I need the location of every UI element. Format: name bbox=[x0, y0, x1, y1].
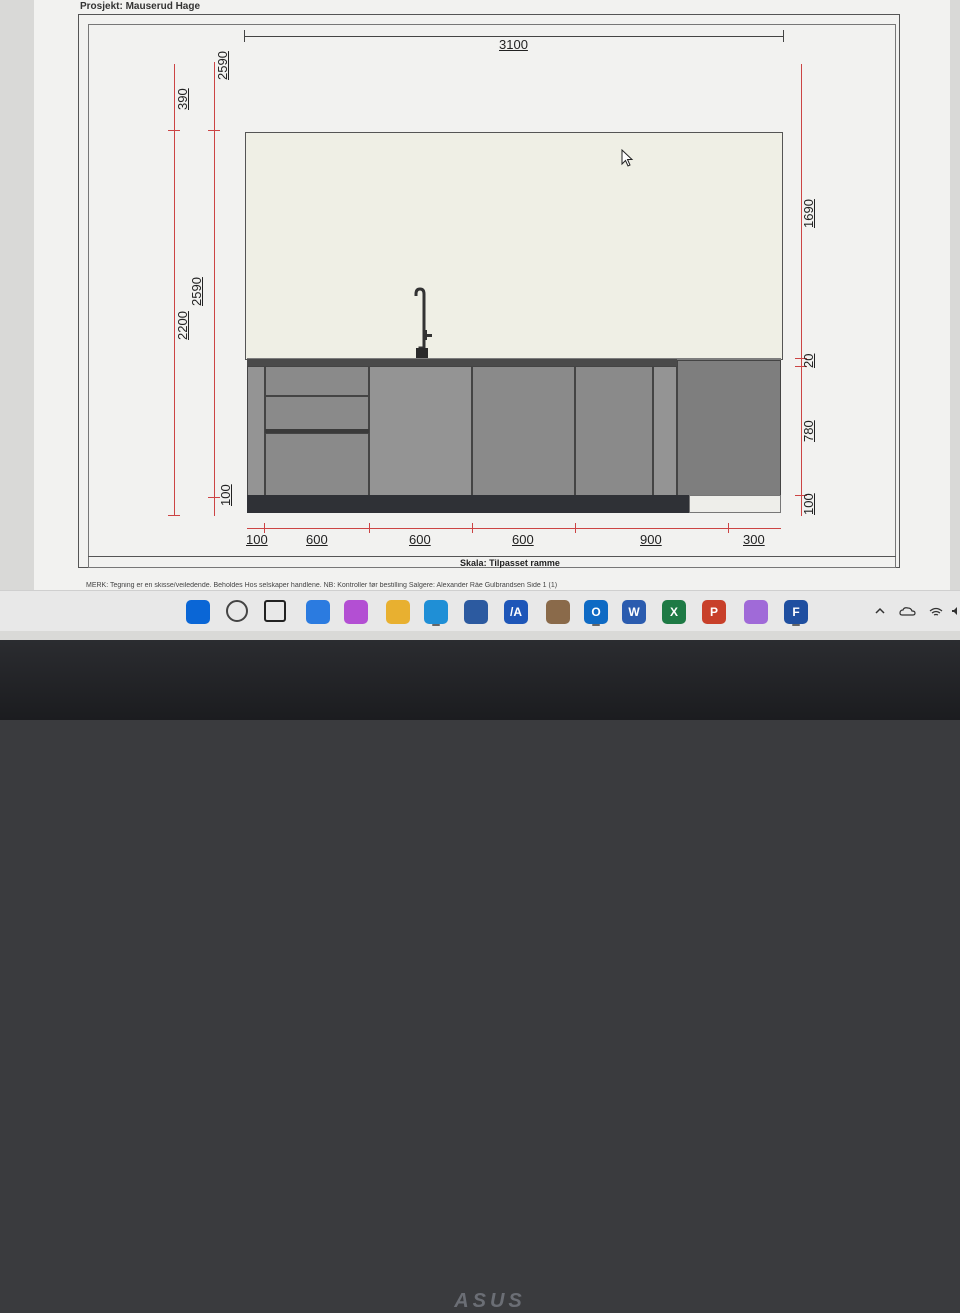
left-dimension-line-outer bbox=[174, 64, 175, 516]
file-explorer-icon[interactable] bbox=[386, 600, 410, 624]
dim-tick bbox=[244, 30, 245, 42]
left-dim-2590-top: 2590 bbox=[215, 51, 230, 80]
dim-tick bbox=[168, 130, 180, 131]
top-dimension-label: 3100 bbox=[499, 37, 528, 52]
bottom-dim-600-c: 600 bbox=[512, 532, 534, 547]
wifi-icon bbox=[929, 607, 943, 616]
snipping-tool-icon[interactable] bbox=[744, 600, 768, 624]
wall-panel bbox=[245, 132, 783, 360]
left-dim-100: 100 bbox=[218, 484, 233, 506]
running-indicator bbox=[792, 624, 800, 626]
drawer-middle bbox=[265, 396, 369, 430]
left-dim-2200: 2200 bbox=[175, 311, 190, 340]
sketchup-icon[interactable] bbox=[546, 600, 570, 624]
left-dim-2590: 2590 bbox=[189, 277, 204, 306]
system-tray bbox=[875, 607, 957, 616]
drawer-bottom bbox=[265, 433, 369, 496]
plinth-end bbox=[689, 495, 781, 513]
plinth bbox=[247, 495, 689, 513]
dim-tick bbox=[369, 523, 370, 533]
dim-tick bbox=[168, 515, 180, 516]
running-indicator bbox=[432, 624, 440, 626]
left-dim-390: 390 bbox=[175, 88, 190, 110]
dim-tick bbox=[472, 523, 473, 533]
right-dim-780: 780 bbox=[801, 420, 816, 442]
screen: Prosjekt: Mauserud Hage Skala: Tilpasset… bbox=[0, 0, 960, 640]
drawer-top bbox=[265, 366, 369, 396]
right-dimension-line bbox=[801, 64, 802, 516]
running-indicator bbox=[592, 624, 600, 626]
copilot-app-icon[interactable] bbox=[344, 600, 368, 624]
cabinet-door-2 bbox=[472, 366, 575, 496]
cabinet-door-3 bbox=[575, 366, 653, 496]
chevron-up-icon bbox=[875, 607, 885, 614]
edge-icon[interactable] bbox=[424, 600, 448, 624]
mouse-cursor-icon bbox=[621, 149, 634, 167]
filler-panel bbox=[247, 366, 265, 496]
excel-icon[interactable]: X bbox=[662, 600, 686, 624]
autocad-icon[interactable]: /A bbox=[504, 600, 528, 624]
dim-tick bbox=[208, 130, 220, 131]
faucet-icon bbox=[414, 287, 432, 360]
copilot-icon[interactable] bbox=[306, 600, 330, 624]
start-icon[interactable] bbox=[186, 600, 210, 624]
scale-label: Skala: Tilpasset ramme bbox=[460, 558, 560, 568]
scale-divider bbox=[88, 556, 896, 557]
dim-tick bbox=[575, 523, 576, 533]
bottom-dim-100: 100 bbox=[246, 532, 268, 547]
bottom-dim-300: 300 bbox=[743, 532, 765, 547]
footer-text: MERK: Tegning er en skisse/veiledende. B… bbox=[86, 582, 558, 589]
store-icon[interactable] bbox=[464, 600, 488, 624]
project-label: Prosjekt: Mauserud Hage bbox=[80, 1, 201, 12]
countertop bbox=[247, 359, 677, 366]
task-view-icon[interactable] bbox=[264, 600, 286, 622]
onedrive-icon bbox=[899, 607, 916, 616]
right-dim-100: 100 bbox=[801, 493, 816, 515]
bottom-dim-900: 900 bbox=[640, 532, 662, 547]
right-dim-1690: 1690 bbox=[801, 199, 816, 228]
cabinet-door-4 bbox=[653, 366, 677, 496]
word-icon[interactable]: W bbox=[622, 600, 646, 624]
dim-tick bbox=[728, 523, 729, 533]
powerpoint-icon[interactable]: P bbox=[702, 600, 726, 624]
volume-icon bbox=[952, 607, 957, 615]
search-icon[interactable] bbox=[226, 600, 248, 622]
dim-tick bbox=[783, 30, 784, 42]
laptop-bezel: ASUS bbox=[0, 640, 960, 1312]
bottom-dim-600-a: 600 bbox=[306, 532, 328, 547]
tall-side-panel bbox=[677, 360, 781, 496]
cabinet-door-1 bbox=[369, 366, 472, 496]
outlook-icon[interactable]: O bbox=[584, 600, 608, 624]
app-f-icon[interactable]: F bbox=[784, 600, 808, 624]
bottom-dimension-line bbox=[247, 528, 781, 529]
brand-logo: ASUS bbox=[454, 1290, 526, 1312]
right-dim-20: 20 bbox=[801, 353, 816, 368]
bottom-dim-600-b: 600 bbox=[409, 532, 431, 547]
